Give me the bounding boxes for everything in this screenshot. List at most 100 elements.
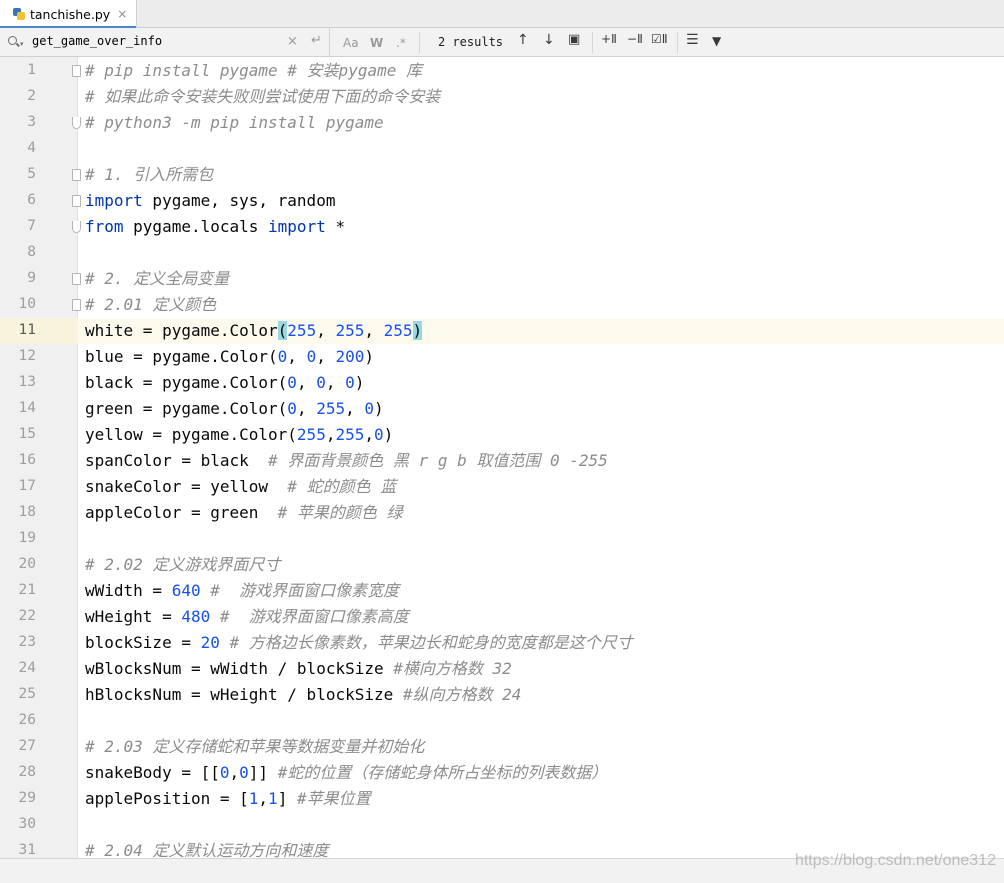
code-text: from pygame.locals import * bbox=[85, 217, 346, 236]
fold-marker-icon[interactable] bbox=[72, 65, 81, 77]
code-text: spanColor = black # 界面背景颜色 黑 r g b 取值范围 … bbox=[85, 451, 608, 470]
code-line[interactable]: 22 wHeight = 480 # 游戏界面窗口像素高度 bbox=[0, 604, 1004, 630]
line-number: 25 bbox=[18, 686, 36, 702]
line-number: 26 bbox=[18, 712, 36, 728]
code-editor[interactable]: 1 # pip install pygame # 安装pygame 库 2 # 如果此… bbox=[0, 57, 1004, 858]
line-number: 18 bbox=[18, 504, 36, 520]
code-line[interactable]: 1 # pip install pygame # 安装pygame 库 bbox=[0, 58, 1004, 84]
line-number: 24 bbox=[18, 660, 36, 676]
code-line[interactable]: 18 appleColor = green # 苹果的颜色 绿 bbox=[0, 500, 1004, 526]
line-number: 15 bbox=[18, 426, 36, 442]
line-number: 31 bbox=[18, 842, 36, 858]
filter-options-icon[interactable]: ☰ bbox=[686, 33, 699, 47]
line-number: 22 bbox=[18, 608, 36, 624]
code-text: hBlocksNum = wHeight / blockSize #纵向方格数 … bbox=[85, 685, 522, 704]
fold-marker-icon[interactable] bbox=[72, 169, 81, 181]
match-case-toggle[interactable]: Aa bbox=[343, 36, 359, 50]
code-line[interactable]: 30 bbox=[0, 812, 1004, 838]
code-line[interactable]: 28 snakeBody = [[0,0]] #蛇的位置（存储蛇身体所占坐标的列表… bbox=[0, 760, 1004, 786]
line-number: 16 bbox=[18, 452, 36, 468]
code-text: # 1. 引入所需包 bbox=[85, 165, 214, 184]
code-text: blockSize = 20 # 方格边长像素数，苹果边长和蛇身的宽度都是这个尺… bbox=[85, 633, 633, 652]
line-number: 8 bbox=[27, 244, 36, 260]
code-line[interactable]: 29 applePosition = [1,1] #苹果位置 bbox=[0, 786, 1004, 812]
code-text: yellow = pygame.Color(255,255,0) bbox=[85, 425, 394, 444]
code-text: # 2.01 定义颜色 bbox=[85, 295, 217, 314]
code-line[interactable]: 25 hBlocksNum = wHeight / blockSize #纵向方格… bbox=[0, 682, 1004, 708]
search-history-icon[interactable]: ▾ bbox=[8, 35, 24, 49]
line-number: 27 bbox=[18, 738, 36, 754]
fold-marker-icon[interactable] bbox=[72, 117, 81, 129]
next-occurrence-icon[interactable]: ↓ bbox=[543, 33, 555, 47]
code-line[interactable]: 27 # 2.03 定义存储蛇和苹果等数据变量并初始化 bbox=[0, 734, 1004, 760]
code-text: # python3 -m pip install pygame bbox=[85, 113, 384, 132]
line-number: 4 bbox=[27, 140, 36, 156]
code-line[interactable]: 7 from pygame.locals import * bbox=[0, 214, 1004, 240]
fold-marker-icon[interactable] bbox=[72, 273, 81, 285]
editor-tab-bar: tanchishe.py × bbox=[0, 0, 1004, 29]
code-line[interactable]: 2 # 如果此命令安装失败则尝试使用下面的命令安装 bbox=[0, 84, 1004, 110]
toolbar-divider bbox=[592, 32, 593, 53]
previous-occurrence-icon[interactable]: ↑ bbox=[517, 33, 529, 47]
code-line[interactable]: 4 bbox=[0, 136, 1004, 162]
file-tab[interactable]: tanchishe.py × bbox=[0, 0, 137, 29]
code-line[interactable]: 6 import pygame, sys, random bbox=[0, 188, 1004, 214]
code-line[interactable]: 26 bbox=[0, 708, 1004, 734]
code-line[interactable]: 16 spanColor = black # 界面背景颜色 黑 r g b 取值范… bbox=[0, 448, 1004, 474]
code-text: snakeColor = yellow # 蛇的颜色 蓝 bbox=[85, 477, 397, 496]
line-number: 17 bbox=[18, 478, 36, 494]
exclude-occurrence-icon[interactable]: ☑Ⅱ bbox=[651, 33, 668, 45]
line-number: 3 bbox=[27, 114, 36, 130]
filter-icon[interactable]: ▼ bbox=[712, 35, 721, 47]
whole-words-toggle[interactable]: W bbox=[370, 36, 383, 50]
code-line[interactable]: 13 black = pygame.Color(0, 0, 0) bbox=[0, 370, 1004, 396]
close-tab-icon[interactable]: × bbox=[117, 7, 127, 21]
code-text: applePosition = [1,1] #苹果位置 bbox=[85, 789, 371, 808]
line-number: 6 bbox=[27, 192, 36, 208]
code-line[interactable]: 20 # 2.02 定义游戏界面尺寸 bbox=[0, 552, 1004, 578]
fold-marker-icon[interactable] bbox=[72, 299, 81, 311]
line-number: 30 bbox=[18, 816, 36, 832]
code-text: appleColor = green # 苹果的颜色 绿 bbox=[85, 503, 403, 522]
code-line[interactable]: 10 # 2.01 定义颜色 bbox=[0, 292, 1004, 318]
fold-marker-icon[interactable] bbox=[72, 195, 81, 207]
line-number: 2 bbox=[27, 88, 36, 104]
add-occurrence-icon[interactable]: +Ⅱ bbox=[601, 33, 617, 45]
find-bar: ▾ × ↵ Aa W .* 2 results ↑ ↓ ▣ +Ⅱ −Ⅱ ☑Ⅱ ☰… bbox=[0, 27, 1004, 57]
code-line[interactable]: 8 bbox=[0, 240, 1004, 266]
clear-search-icon[interactable]: × bbox=[287, 35, 298, 48]
search-results-count: 2 results bbox=[438, 35, 504, 49]
line-number: 21 bbox=[18, 582, 36, 598]
code-line[interactable]: 17 snakeColor = yellow # 蛇的颜色 蓝 bbox=[0, 474, 1004, 500]
code-line[interactable]: 21 wWidth = 640 # 游戏界面窗口像素宽度 bbox=[0, 578, 1004, 604]
code-text: wWidth = 640 # 游戏界面窗口像素宽度 bbox=[85, 581, 400, 600]
line-number: 23 bbox=[18, 634, 36, 650]
code-line[interactable]: 14 green = pygame.Color(0, 255, 0) bbox=[0, 396, 1004, 422]
code-text: blue = pygame.Color(0, 0, 200) bbox=[85, 347, 375, 366]
line-number: 20 bbox=[18, 556, 36, 572]
tab-filename: tanchishe.py bbox=[30, 6, 111, 22]
code-line[interactable]: 12 blue = pygame.Color(0, 0, 200) bbox=[0, 344, 1004, 370]
fold-marker-icon[interactable] bbox=[72, 221, 81, 233]
code-line[interactable]: 19 bbox=[0, 526, 1004, 552]
code-line[interactable]: 5 # 1. 引入所需包 bbox=[0, 162, 1004, 188]
code-line[interactable]: 9 # 2. 定义全局变量 bbox=[0, 266, 1004, 292]
python-file-icon bbox=[12, 7, 26, 21]
code-line[interactable]: 24 wBlocksNum = wWidth / blockSize #横向方格数… bbox=[0, 656, 1004, 682]
code-line[interactable]: 3 # python3 -m pip install pygame bbox=[0, 110, 1004, 136]
new-line-icon[interactable]: ↵ bbox=[311, 34, 322, 47]
code-text: # pip install pygame # 安装pygame 库 bbox=[85, 61, 422, 80]
regex-toggle[interactable]: .* bbox=[396, 36, 406, 50]
code-text: # 2.02 定义游戏界面尺寸 bbox=[85, 555, 281, 574]
search-input[interactable] bbox=[32, 30, 282, 51]
code-line[interactable]: 11 white = pygame.Color(255, 255, 255) bbox=[0, 318, 1004, 344]
line-number: 7 bbox=[27, 218, 36, 234]
remove-occurrence-icon[interactable]: −Ⅱ bbox=[627, 33, 643, 45]
line-number: 11 bbox=[18, 322, 36, 338]
code-line[interactable]: 23 blockSize = 20 # 方格边长像素数，苹果边长和蛇身的宽度都是这… bbox=[0, 630, 1004, 656]
search-field-wrapper: ▾ × ↵ bbox=[0, 27, 330, 57]
code-text: import pygame, sys, random bbox=[85, 191, 336, 210]
code-line[interactable]: 15 yellow = pygame.Color(255,255,0) bbox=[0, 422, 1004, 448]
line-number: 1 bbox=[27, 62, 36, 78]
select-all-occurrences-icon[interactable]: ▣ bbox=[568, 33, 580, 46]
